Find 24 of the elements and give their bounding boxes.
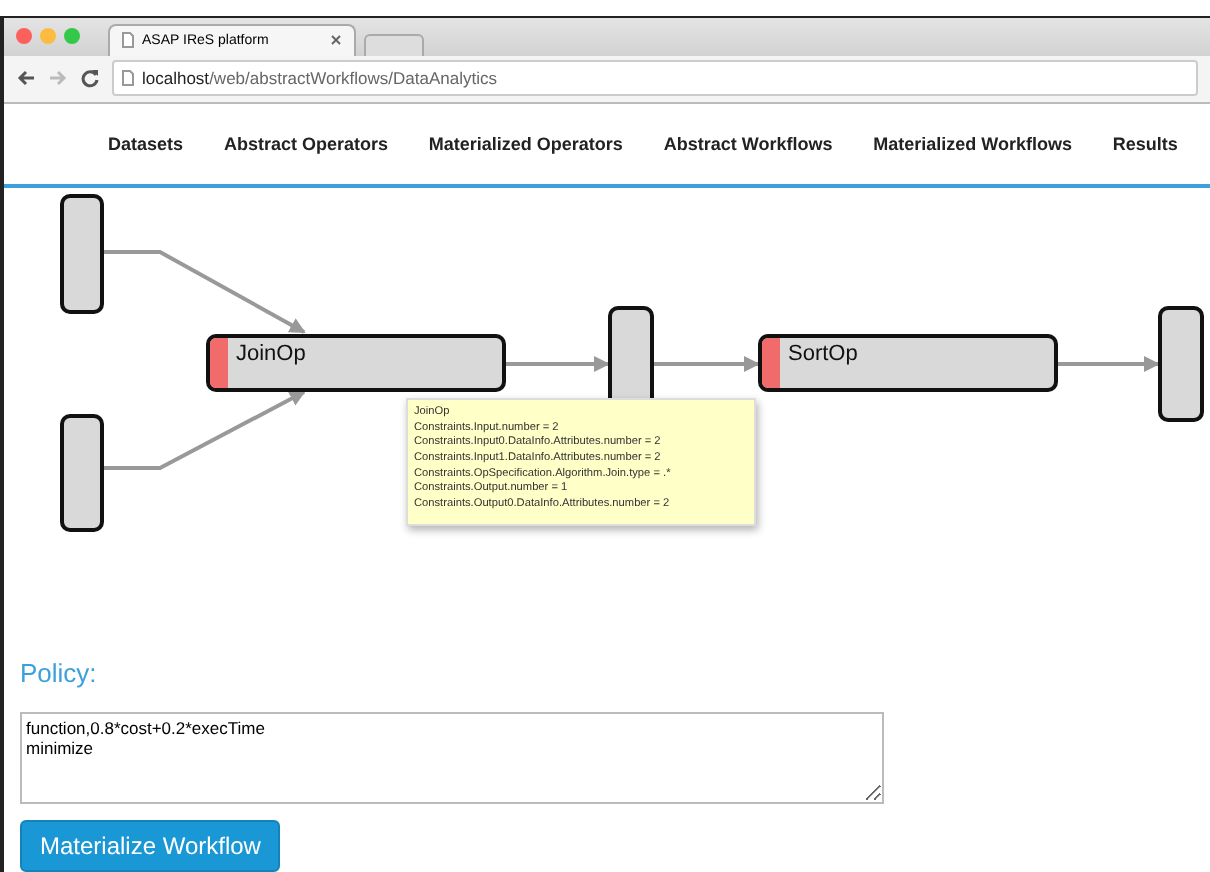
zoom-dot-icon[interactable] [64,28,80,45]
dataset-node[interactable] [60,194,104,315]
close-dot-icon[interactable] [16,28,32,45]
nav-link[interactable]: Abstract Operators [223,134,388,155]
edge-arrow [1058,356,1160,373]
page-icon [122,32,134,49]
nav-link[interactable]: Datasets [108,134,184,155]
policy-field[interactable]: function,0.8*cost+0.2*execTime minimize [20,712,884,804]
reload-icon[interactable] [80,68,100,89]
edge-arrow [506,356,610,373]
address-bar[interactable]: localhost/web/abstractWorkflows/DataAnalytics [112,60,1198,97]
policy-label: Policy: [20,658,99,688]
back-icon[interactable] [16,70,36,87]
operator-node[interactable]: JoinOp [206,334,506,393]
dataset-node[interactable] [1158,306,1204,423]
nav-link[interactable]: Materialized Workflows [873,134,1072,155]
close-icon[interactable] [330,34,342,47]
minimize-dot-icon[interactable] [40,28,56,45]
dataset-node[interactable] [60,414,104,533]
nav-link[interactable]: Results [1112,134,1178,155]
nav-link[interactable]: Abstract Workflows [663,134,833,155]
edge-arrow [654,356,760,373]
nav-link[interactable]: Materialized Operators [428,134,623,155]
operator-node[interactable]: SortOp [758,334,1058,393]
